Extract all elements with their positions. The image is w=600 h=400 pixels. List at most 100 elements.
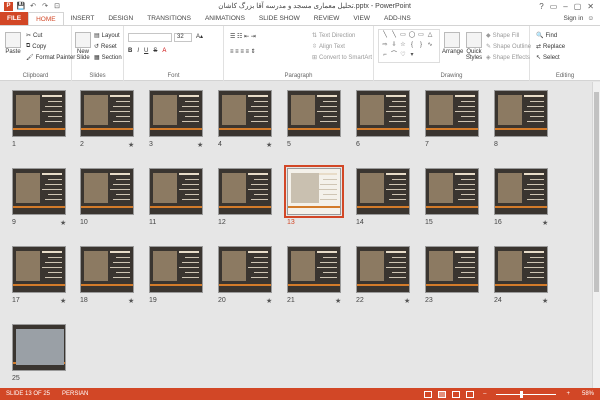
zoom-out-icon[interactable]: –	[477, 391, 492, 397]
vertical-scrollbar[interactable]	[592, 82, 600, 388]
slide-thumbnail[interactable]	[218, 90, 272, 137]
slide-thumbnail[interactable]	[12, 90, 66, 137]
triangle-shape-icon[interactable]: △	[426, 32, 434, 39]
slide-thumbnail[interactable]	[80, 90, 134, 137]
close-icon[interactable]: ✕	[587, 2, 594, 11]
transition-star-icon[interactable]: ★	[60, 297, 66, 305]
transition-star-icon[interactable]: ★	[542, 297, 548, 305]
undo-icon[interactable]: ↶	[29, 2, 37, 10]
tab-review[interactable]: REVIEW	[307, 12, 347, 25]
align-text-button[interactable]: ⇳ Align Text	[312, 43, 345, 51]
zoom-in-icon[interactable]: +	[560, 391, 576, 397]
brace-shape-icon[interactable]: {	[408, 42, 416, 49]
slide-thumbnail[interactable]	[218, 246, 272, 293]
underline-button[interactable]: U	[144, 48, 148, 54]
slide-thumbnail[interactable]	[494, 168, 548, 215]
transition-star-icon[interactable]: ★	[128, 141, 134, 149]
shape-effects-button[interactable]: ◈ Shape Effects	[486, 54, 530, 62]
rectangle-shape-icon[interactable]: ▭	[417, 32, 425, 39]
tab-slide-show[interactable]: SLIDE SHOW	[252, 12, 307, 25]
reading-view-icon[interactable]	[452, 390, 461, 398]
transition-star-icon[interactable]: ★	[542, 219, 548, 227]
slide-thumbnail[interactable]	[80, 246, 134, 293]
save-icon[interactable]: 💾	[17, 2, 26, 10]
redo-icon[interactable]: ↷	[41, 2, 49, 10]
tab-view[interactable]: VIEW	[346, 12, 377, 25]
slide-thumbnail[interactable]	[494, 246, 548, 293]
transition-star-icon[interactable]: ★	[197, 141, 203, 149]
tab-file[interactable]: FILE	[0, 12, 29, 25]
language-indicator[interactable]: PERSIAN	[56, 391, 94, 397]
slide-thumbnail[interactable]	[218, 168, 272, 215]
star-shape-icon[interactable]: ☆	[399, 42, 407, 49]
transition-star-icon[interactable]: ★	[128, 297, 134, 305]
transition-star-icon[interactable]: ★	[335, 297, 341, 305]
line-shape-icon[interactable]: ⌐	[381, 52, 389, 59]
sign-in-link[interactable]: Sign in	[563, 12, 583, 25]
brace-shape-icon[interactable]: }	[417, 42, 425, 49]
find-button[interactable]: 🔍 Find	[536, 32, 557, 40]
help-icon[interactable]: ?	[539, 2, 543, 11]
reset-button[interactable]: ↺ Reset	[94, 43, 117, 51]
slide-thumbnail[interactable]	[425, 168, 479, 215]
copy-button[interactable]: ⧉ Copy	[26, 43, 46, 50]
list-buttons[interactable]: ☰ ☷ ⇤ ⇥	[230, 33, 256, 40]
more-shapes-icon[interactable]: ▾	[408, 52, 416, 59]
transition-star-icon[interactable]: ★	[266, 297, 272, 305]
slide-thumbnail[interactable]	[80, 168, 134, 215]
layout-button[interactable]: ▤ Layout	[94, 32, 120, 40]
slide-thumbnail[interactable]	[12, 324, 66, 371]
arrange-button[interactable]: Arrange	[442, 32, 463, 55]
arrow-shape-icon[interactable]: ⇩	[390, 42, 398, 49]
slide-thumbnail[interactable]	[149, 246, 203, 293]
shape-outline-button[interactable]: ✎ Shape Outline	[486, 43, 531, 51]
slide-thumbnail[interactable]	[12, 246, 66, 293]
tab-home[interactable]: HOME	[28, 12, 64, 25]
paste-button[interactable]: Paste	[2, 32, 24, 55]
new-slide-button[interactable]: New Slide	[73, 32, 93, 61]
rectangle-shape-icon[interactable]: ▭	[399, 32, 407, 39]
font-size-combo[interactable]: 32	[174, 33, 192, 42]
grow-font-button[interactable]: A▴	[196, 33, 203, 40]
curve-shape-icon[interactable]: ∿	[426, 42, 434, 49]
section-button[interactable]: ▦ Section	[94, 54, 122, 62]
brace-shape-icon[interactable]: ⌒	[390, 52, 398, 59]
slide-thumbnail[interactable]	[425, 246, 479, 293]
zoom-slider[interactable]	[496, 390, 557, 398]
convert-smartart-button[interactable]: ⊞ Convert to SmartArt	[312, 54, 372, 62]
strike-button[interactable]: S	[153, 48, 157, 54]
slide-thumbnail[interactable]	[149, 168, 203, 215]
transition-star-icon[interactable]: ★	[404, 297, 410, 305]
slide-thumbnail[interactable]	[287, 246, 341, 293]
quick-styles-button[interactable]: Quick Styles	[464, 32, 484, 61]
scrollbar-thumb[interactable]	[594, 92, 599, 292]
arrow-shape-icon[interactable]: ⇨	[381, 42, 389, 49]
start-slideshow-icon[interactable]: ⊡	[53, 2, 61, 10]
line-shape-icon[interactable]: ╲	[390, 32, 398, 39]
slide-thumbnail[interactable]	[284, 165, 344, 218]
ribbon-display-icon[interactable]: ▭	[550, 2, 558, 11]
cut-button[interactable]: ✂ Cut	[26, 32, 42, 40]
tab-design[interactable]: DESIGN	[101, 12, 140, 25]
line-shape-icon[interactable]: ╲	[381, 32, 389, 39]
zoom-slider-knob[interactable]	[520, 390, 524, 398]
tab-insert[interactable]: INSERT	[64, 12, 102, 25]
format-painter-button[interactable]: 🖌 Format Painter	[26, 54, 75, 62]
font-name-combo[interactable]	[128, 33, 172, 42]
italic-button[interactable]: I	[137, 48, 139, 54]
slide-thumbnail[interactable]	[425, 90, 479, 137]
replace-button[interactable]: ⇄ Replace	[536, 43, 565, 51]
font-color-button[interactable]: A	[162, 48, 166, 54]
transition-star-icon[interactable]: ★	[60, 219, 66, 227]
minimize-icon[interactable]: –	[563, 2, 567, 11]
slide-thumbnail[interactable]	[356, 168, 410, 215]
slide-thumbnail[interactable]	[287, 90, 341, 137]
tab-transitions[interactable]: TRANSITIONS	[140, 12, 198, 25]
transition-star-icon[interactable]: ★	[266, 141, 272, 149]
shape-fill-button[interactable]: ◆ Shape Fill	[486, 32, 519, 40]
slide-thumbnail[interactable]	[494, 90, 548, 137]
shapes-gallery[interactable]: ╲ ╲ ▭ ◯ ▭ △ ⇨ ⇩ ☆ { } ∿ ⌐ ⌒ ♡ ▾	[378, 29, 440, 63]
zoom-level[interactable]: 58%	[576, 391, 600, 397]
tab-animations[interactable]: ANIMATIONS	[198, 12, 252, 25]
maximize-icon[interactable]: ▢	[574, 2, 582, 11]
